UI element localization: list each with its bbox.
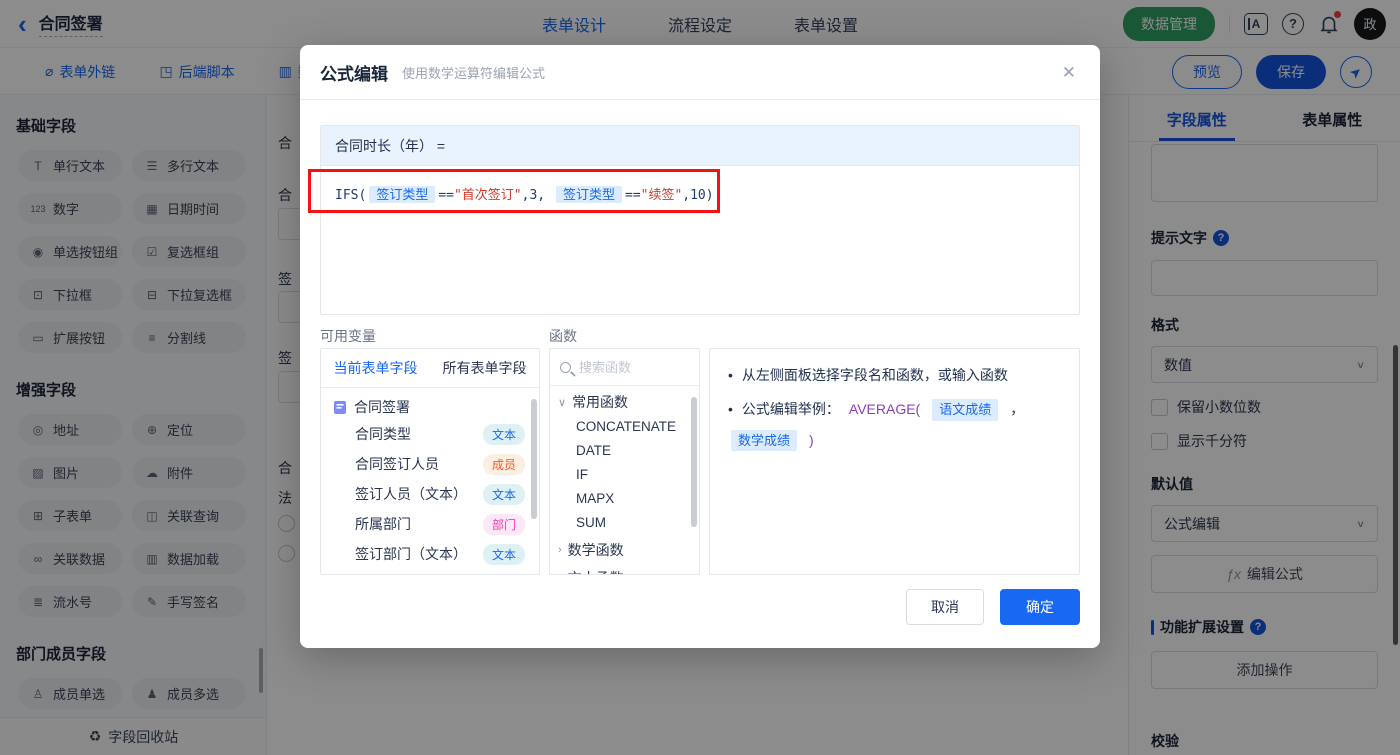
confirm-button[interactable]: 确定 [1000, 589, 1080, 625]
field-chip: 数学成绩 [731, 429, 798, 451]
example-function: AVERAGE( [848, 401, 921, 417]
modal-title: 公式编辑 [320, 64, 388, 84]
search-icon [560, 361, 571, 373]
formula-text: ,3, [521, 188, 546, 203]
field-chip[interactable]: 签订类型 [369, 186, 436, 203]
formula-editor-modal: 公式编辑 使用数学运算符编辑公式 ✕ 合同时长（年） = IFS(签订类型 =="… [300, 45, 1100, 648]
chevron-down-icon: ∨ [558, 396, 567, 409]
variable-row[interactable]: 所属部门 部门 [321, 509, 539, 539]
type-badge: 文本 [482, 483, 525, 505]
type-badge: 文本 [482, 423, 525, 445]
formula-operator: == [624, 188, 641, 203]
function-item[interactable]: DATE [550, 438, 699, 462]
tips-panel: • 从左侧面板选择字段名和函数，或输入函数 • 公式编辑举例： AVERAGE( 语文… [709, 348, 1080, 575]
formula-expression[interactable]: IFS(签订类型 =="首次签订",3, 签订类型 =="续签",10) [321, 166, 1079, 221]
modal-subtitle: 使用数学运算符编辑公式 [402, 65, 546, 81]
modal-footer: 取消 确定 [906, 589, 1080, 625]
bullet-icon: • [728, 367, 733, 383]
function-group-text[interactable]: ›文本函数 [550, 562, 699, 574]
variables-root[interactable]: 合同签署 [321, 388, 539, 419]
variables-panel: 当前表单字段 所有表单字段 合同签署 合同类型 文本 合同签订人员 成员 签订人员（… [320, 348, 540, 575]
cancel-button[interactable]: 取消 [906, 589, 984, 625]
type-badge: 成员 [482, 453, 525, 475]
type-badge: 文本 [482, 543, 525, 565]
formula-target: 合同时长（年） = [321, 126, 1079, 166]
function-group-common[interactable]: ∨ 常用函数 [550, 386, 699, 414]
field-chip: 语文成绩 [932, 399, 999, 421]
close-icon[interactable]: ✕ [1062, 63, 1076, 83]
tab-all-form-fields[interactable]: 所有表单字段 [443, 358, 527, 378]
search-input[interactable] [579, 359, 679, 375]
formula-operator: == [438, 188, 454, 203]
function-search [550, 349, 699, 386]
modal-header: 公式编辑 使用数学运算符编辑公式 ✕ [300, 45, 1100, 100]
formula-string: "首次签订" [453, 188, 522, 203]
variable-row[interactable]: 合同名称文本 [321, 569, 539, 574]
formula-text: ,10) [682, 188, 714, 203]
functions-label: 函数 [549, 328, 577, 344]
variable-row[interactable]: 签订部门（文本） 文本 [321, 539, 539, 569]
tip-example-line: • 公式编辑举例： AVERAGE( 语文成绩 ， 数学成绩) [728, 399, 1061, 451]
form-doc-icon [334, 400, 346, 414]
example-close: ) [809, 431, 814, 448]
function-group-math[interactable]: › 数学函数 [550, 534, 699, 562]
variable-row[interactable]: 合同签订人员 成员 [321, 449, 539, 479]
bullet-icon: • [728, 401, 733, 417]
function-item[interactable]: MAPX [550, 486, 699, 510]
chevron-right-icon: › [558, 544, 562, 556]
example-label: 公式编辑举例： [741, 401, 840, 417]
variables-label: 可用变量 [320, 328, 376, 344]
tip-line: • 从左侧面板选择字段名和函数，或输入函数 [728, 365, 1061, 386]
functions-scrollbar[interactable] [691, 397, 697, 527]
function-item[interactable]: SUM [550, 510, 699, 534]
chevron-right-icon: › [558, 572, 562, 574]
variables-scrollbar[interactable] [531, 399, 537, 519]
example-separator: ， [1010, 401, 1025, 417]
function-item[interactable]: IF [550, 462, 699, 486]
formula-editor-area[interactable]: 合同时长（年） = IFS(签订类型 =="首次签订",3, 签订类型 =="续签"… [320, 125, 1080, 315]
variable-row[interactable]: 合同类型 文本 [321, 419, 539, 449]
tab-current-form-fields[interactable]: 当前表单字段 [334, 358, 418, 378]
field-chip[interactable]: 签订类型 [555, 186, 622, 203]
formula-string: "续签" [640, 188, 683, 203]
type-badge: 部门 [482, 513, 525, 535]
type-badge: 文本 [482, 573, 525, 574]
variable-row[interactable]: 签订人员（文本） 文本 [321, 479, 539, 509]
formula-function: IFS( [335, 188, 367, 203]
function-item[interactable]: CONCATENATE [550, 414, 699, 438]
app-screen: ‹ 合同签署 表单设计 流程设定 表单设置 数据管理 A ? 政 ⌀ 表单外链 ◳… [0, 0, 1400, 755]
functions-panel: ∨常用函数 CONCATENATE DATE IF MAPX SUM ›数学函数… [549, 348, 700, 575]
